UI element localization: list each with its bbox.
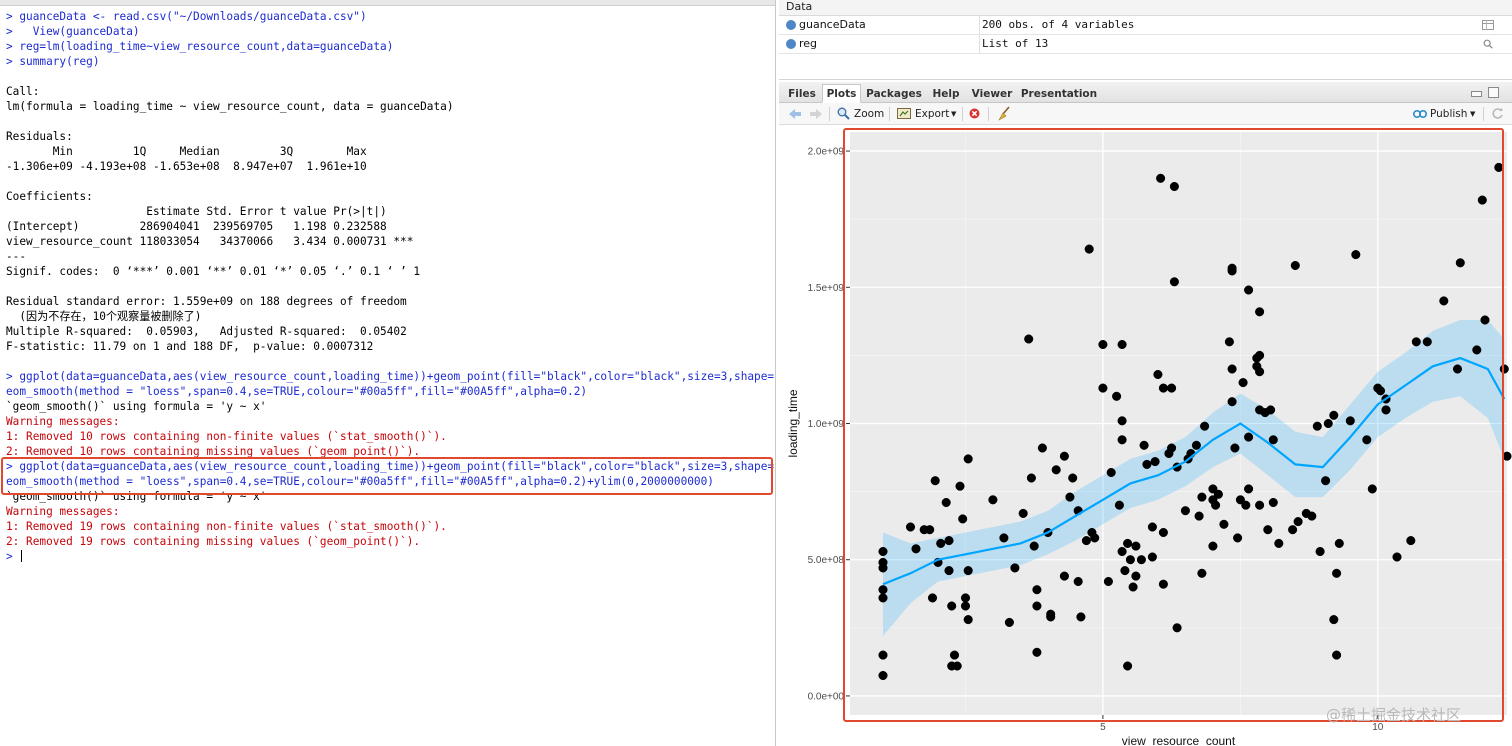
- column-divider: [979, 35, 980, 54]
- remove-plot-icon[interactable]: [969, 108, 980, 119]
- environment-row-reg[interactable]: reg List of 13: [779, 35, 1512, 54]
- tab-packages[interactable]: Packages: [863, 84, 925, 103]
- variable-value: List of 13: [982, 37, 1049, 50]
- console-line: 1: Removed 10 rows containing non-finite…: [6, 430, 447, 443]
- console-line: Residual standard error: 1.559e+09 on 18…: [6, 295, 407, 308]
- toolbar-separator: [1483, 107, 1484, 121]
- variable-name: guanceData: [799, 18, 866, 31]
- console-line: >: [6, 549, 774, 564]
- magnifier-icon[interactable]: [1482, 39, 1494, 49]
- maximize-pane-button[interactable]: [1488, 87, 1499, 98]
- forward-arrow-icon[interactable]: [809, 108, 823, 120]
- console-line: Warning messages:: [6, 415, 120, 428]
- broom-icon[interactable]: [997, 106, 1011, 121]
- tab-viewer[interactable]: Viewer: [968, 84, 1016, 103]
- export-icon[interactable]: [897, 108, 911, 119]
- y-axis-title: loading_time: [786, 389, 800, 457]
- variable-name: reg: [799, 37, 818, 50]
- column-divider: [979, 16, 980, 35]
- console-line: ---: [6, 250, 27, 263]
- console-line: (Intercept) 286904041 239569705 1.198 0.…: [6, 220, 414, 233]
- highlight-box: [1, 457, 773, 495]
- toolbar-separator: [889, 107, 890, 121]
- environment-pane: Data guanceData 200 obs. of 4 variables …: [779, 0, 1512, 80]
- console-line: (因为不存在，10个观察量被删除了): [6, 310, 202, 323]
- console-line: Coefficients:: [6, 190, 93, 203]
- x-tick-label: 5: [1100, 722, 1106, 733]
- console-line: > View(guanceData): [6, 25, 140, 38]
- y-tick-label: 2.0e+09: [808, 147, 845, 158]
- text-cursor: [21, 550, 23, 562]
- export-button[interactable]: Export: [915, 106, 949, 122]
- variable-value: 200 obs. of 4 variables: [982, 18, 1135, 31]
- list-icon[interactable]: [786, 39, 796, 49]
- publish-icon[interactable]: [1413, 108, 1427, 120]
- console-pane[interactable]: > guanceData <- read.csv("~/Downloads/gu…: [0, 0, 776, 746]
- y-tick-label: 0.0e+00: [808, 691, 845, 702]
- console-line: Residuals:: [6, 130, 73, 143]
- back-arrow-icon[interactable]: [788, 108, 802, 120]
- toolbar-separator: [829, 107, 830, 121]
- highlight-box: [843, 128, 1504, 722]
- table-icon[interactable]: [1482, 20, 1494, 30]
- viewer-tabbar: Files Plots Packages Help Viewer Present…: [779, 82, 1512, 103]
- data-frame-icon[interactable]: [786, 20, 796, 30]
- console-line: Call:: [6, 85, 40, 98]
- console-line: > ggplot(data=guanceData,aes(view_resour…: [6, 370, 774, 383]
- console-line: `geom_smooth()` using formula = 'y ~ x': [6, 400, 267, 413]
- console-line: Signif. codes: 0 ‘***’ 0.001 ‘**’ 0.01 ‘…: [6, 265, 421, 278]
- console-line: eom_smooth(method = "loess",span=0.4,se=…: [6, 385, 588, 398]
- environment-section-header: Data: [779, 0, 1512, 16]
- console-line: F-statistic: 11.79 on 1 and 188 DF, p-va…: [6, 340, 374, 353]
- environment-row-guancedata[interactable]: guanceData 200 obs. of 4 variables: [779, 16, 1512, 35]
- console-line: Estimate Std. Error t value Pr(>|t|): [6, 205, 414, 218]
- tab-presentation[interactable]: Presentation: [1019, 84, 1099, 103]
- console-line: > reg=lm(loading_time~view_resource_coun…: [6, 40, 394, 53]
- tab-help[interactable]: Help: [927, 84, 965, 103]
- plots-toolbar: Zoom Export ▼ Publish ▼: [779, 103, 1512, 125]
- y-tick-label: 1.0e+09: [808, 419, 845, 430]
- chevron-down-icon[interactable]: ▼: [951, 106, 956, 122]
- toolbar-separator: [988, 107, 989, 121]
- console-line: > guanceData <- read.csv("~/Downloads/gu…: [6, 10, 367, 23]
- watermark-text: @稀土掘金技术社区: [1326, 706, 1462, 724]
- console-line: view_resource_count 118033054 34370066 3…: [6, 235, 414, 248]
- tab-plots[interactable]: Plots: [822, 84, 861, 103]
- console-line: > summary(reg): [6, 55, 100, 68]
- chevron-down-icon[interactable]: ▼: [1470, 106, 1475, 122]
- refresh-icon[interactable]: [1491, 107, 1504, 120]
- toolbar-separator: [962, 107, 963, 121]
- minimize-pane-button[interactable]: [1471, 91, 1482, 97]
- console-line: Multiple R-squared: 0.05903, Adjusted R-…: [6, 325, 414, 338]
- console-header: [0, 0, 775, 6]
- publish-button[interactable]: Publish: [1430, 106, 1467, 122]
- console-line: Min 1Q Median 3Q Max: [6, 145, 374, 158]
- console-line: lm(formula = loading_time ~ view_resourc…: [6, 100, 454, 113]
- zoom-icon[interactable]: [837, 107, 850, 120]
- x-axis-title: view_resource_count: [1122, 734, 1236, 746]
- y-tick-label: 5.0e+08: [808, 555, 845, 566]
- console-line: -1.306e+09 -4.193e+08 -1.653e+08 8.947e+…: [6, 160, 374, 173]
- tab-files[interactable]: Files: [783, 84, 821, 103]
- zoom-button[interactable]: Zoom: [854, 106, 884, 122]
- y-tick-label: 1.5e+09: [808, 283, 845, 294]
- console-line: 1: Removed 19 rows containing non-finite…: [6, 520, 447, 533]
- console-line: Warning messages:: [6, 505, 120, 518]
- console-line: 2: Removed 19 rows containing missing va…: [6, 535, 421, 548]
